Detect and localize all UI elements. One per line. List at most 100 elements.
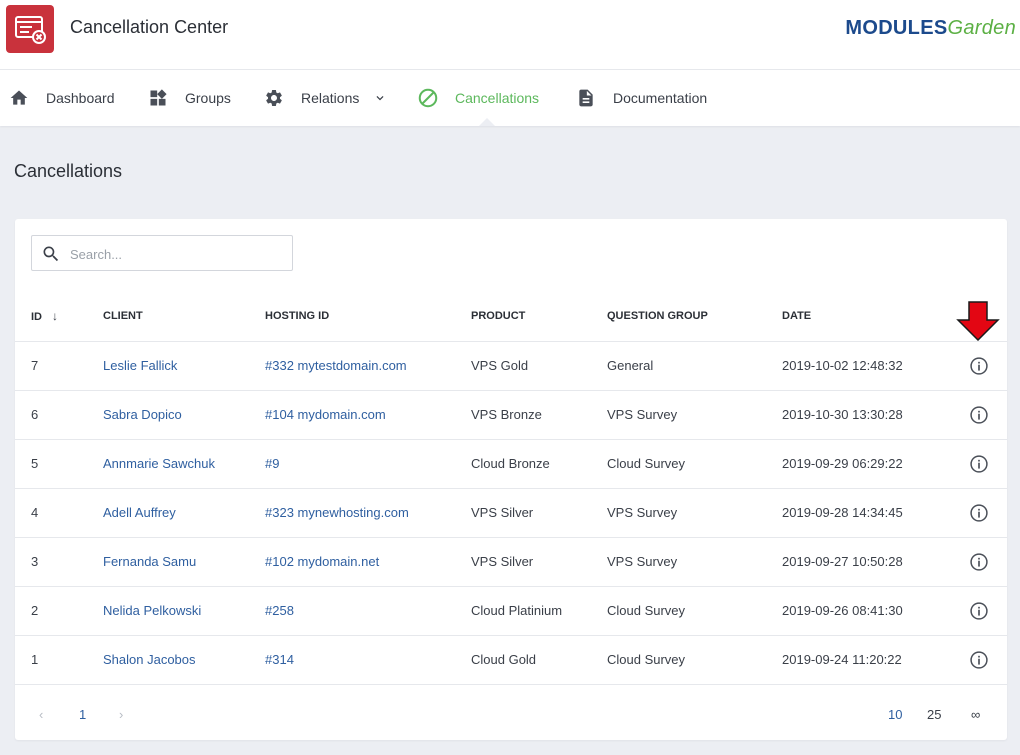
chevron-down-icon[interactable] [373,91,387,105]
home-icon [8,87,30,109]
search-icon [41,244,61,269]
info-icon[interactable] [969,405,989,425]
info-icon[interactable] [969,601,989,621]
cell-hosting: #323 mynewhosting.com [265,488,471,538]
cell-question-group: General [607,341,782,391]
block-icon [417,87,439,109]
info-icon[interactable] [969,356,989,376]
cell-actions [947,635,1007,685]
cancellation-logo-icon [15,16,46,44]
page-size-10[interactable]: 10 [888,707,902,722]
column-header-hosting-id[interactable]: HOSTING ID [265,292,471,342]
cancellations-table: ID ↓ CLIENT HOSTING ID PRODUCT QUESTION G… [15,292,1007,685]
cell-client: Shalon Jacobos [103,635,265,685]
cell-id: 6 [15,390,103,440]
cell-question-group: Cloud Survey [607,586,782,636]
column-header-product[interactable]: PRODUCT [471,292,607,342]
client-link[interactable]: Shalon Jacobos [103,652,196,667]
cell-id-value: 4 [31,505,39,520]
cell-date: 2019-09-27 10:50:28 [782,537,947,587]
cell-id: 7 [15,341,103,391]
sort-down-icon[interactable]: ↓ [52,309,58,323]
cell-product: Cloud Gold [471,635,607,685]
info-icon[interactable] [969,552,989,572]
client-link[interactable]: Fernanda Samu [103,554,196,569]
page-size-all[interactable]: ∞ [971,707,980,722]
hosting-link[interactable]: #258 [265,603,294,618]
cell-product: Cloud Bronze [471,439,607,489]
cell-hosting: #104 mydomain.com [265,390,471,440]
cell-date: 2019-09-28 14:34:45 [782,488,947,538]
cell-product: VPS Bronze [471,390,607,440]
client-link[interactable]: Adell Auffrey [103,505,176,520]
main-nav: Dashboard Groups Relations Cancellations… [0,70,1020,126]
page-number-current[interactable]: 1 [79,707,86,722]
hosting-link[interactable]: #104 mydomain.com [265,407,386,422]
cell-client: Adell Auffrey [103,488,265,538]
cell-product: VPS Gold [471,341,607,391]
cell-id: 5 [15,439,103,489]
cell-question-group: VPS Survey [607,537,782,587]
cell-id-value: 3 [31,554,39,569]
cell-actions [947,390,1007,440]
client-link[interactable]: Leslie Fallick [103,358,177,373]
nav-item-dashboard[interactable]: Dashboard [8,70,115,126]
hosting-link[interactable]: #323 mynewhosting.com [265,505,409,520]
cell-client: Fernanda Samu [103,537,265,587]
nav-label-dashboard: Dashboard [46,90,115,106]
brand-part-1: MODULES [845,17,948,39]
cell-client: Annmarie Sawchuk [103,439,265,489]
app-title: Cancellation Center [70,17,229,37]
table-row: 2 Nelida Pelkowski #258 Cloud Platinium Clou… [15,586,1007,636]
cell-actions [947,586,1007,636]
cell-id-value: 7 [31,358,39,373]
gear-icon [263,87,285,109]
table-row: 5 Annmarie Sawchuk #9 Cloud Bronze Cloud Sur… [15,439,1007,489]
cell-id-value: 6 [31,407,39,422]
annotation-arrow-icon [956,301,1000,341]
nav-label-relations: Relations [301,90,360,106]
client-link[interactable]: Annmarie Sawchuk [103,456,215,471]
prev-page-button[interactable]: ‹ [39,707,43,722]
cell-hosting: #9 [265,439,471,489]
nav-item-relations[interactable]: Relations [263,70,387,126]
client-link[interactable]: Nelida Pelkowski [103,603,201,618]
cell-product: VPS Silver [471,537,607,587]
hosting-link[interactable]: #314 [265,652,294,667]
active-nav-indicator [479,118,495,126]
table-row: 1 Shalon Jacobos #314 Cloud Gold Cloud Surve… [15,635,1007,685]
cell-hosting: #314 [265,635,471,685]
info-icon[interactable] [969,454,989,474]
brand-part-2: Garden [947,17,1016,39]
document-icon [575,87,597,109]
cell-date: 2019-09-26 08:41:30 [782,586,947,636]
column-header-client[interactable]: CLIENT [103,292,265,342]
nav-item-groups[interactable]: Groups [147,70,231,126]
column-header-id-label: ID [31,311,42,324]
hosting-link[interactable]: #9 [265,456,279,471]
hosting-link[interactable]: #332 mytestdomain.com [265,358,407,373]
client-link[interactable]: Sabra Dopico [103,407,182,422]
nav-item-documentation[interactable]: Documentation [575,70,707,126]
column-header-date[interactable]: DATE [782,292,947,342]
cell-actions [947,341,1007,391]
cell-id-value: 2 [31,603,39,618]
cell-question-group: VPS Survey [607,488,782,538]
cell-id-value: 5 [31,456,39,471]
search-box[interactable] [31,235,293,271]
info-icon[interactable] [969,650,989,670]
cell-id: 1 [15,635,103,685]
column-header-id[interactable]: ID ↓ [15,292,103,342]
nav-label-documentation: Documentation [613,90,708,106]
page-title: Cancellations [14,161,123,181]
cell-hosting: #102 mydomain.net [265,537,471,587]
cell-id: 4 [15,488,103,538]
cell-actions [947,439,1007,489]
cell-date: 2019-10-30 13:30:28 [782,390,947,440]
column-header-question-group[interactable]: QUESTION GROUP [607,292,782,342]
page-size-25[interactable]: 25 [927,707,941,722]
info-icon[interactable] [969,503,989,523]
next-page-button[interactable]: › [119,707,123,722]
search-input[interactable] [70,244,280,264]
hosting-link[interactable]: #102 mydomain.net [265,554,379,569]
